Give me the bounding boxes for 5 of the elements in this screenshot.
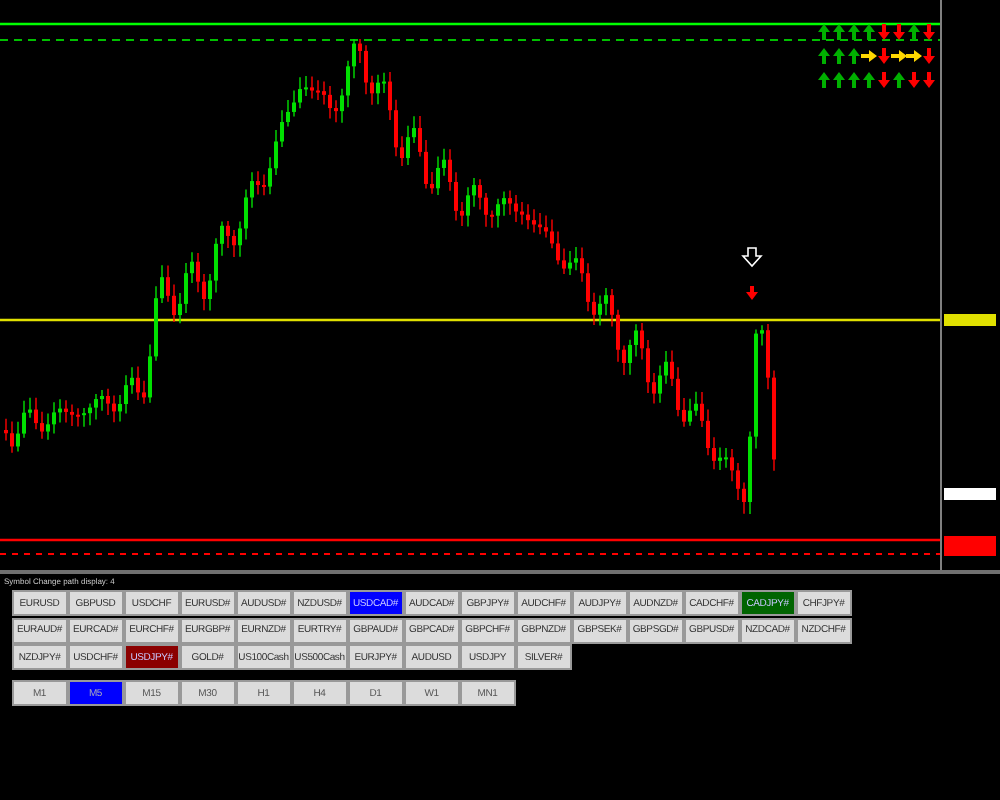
price-marker — [944, 536, 996, 556]
arrow-down-icon — [746, 286, 758, 300]
price-marker — [944, 314, 996, 326]
price-marker — [944, 488, 996, 500]
arrow-down-icon — [741, 247, 763, 268]
